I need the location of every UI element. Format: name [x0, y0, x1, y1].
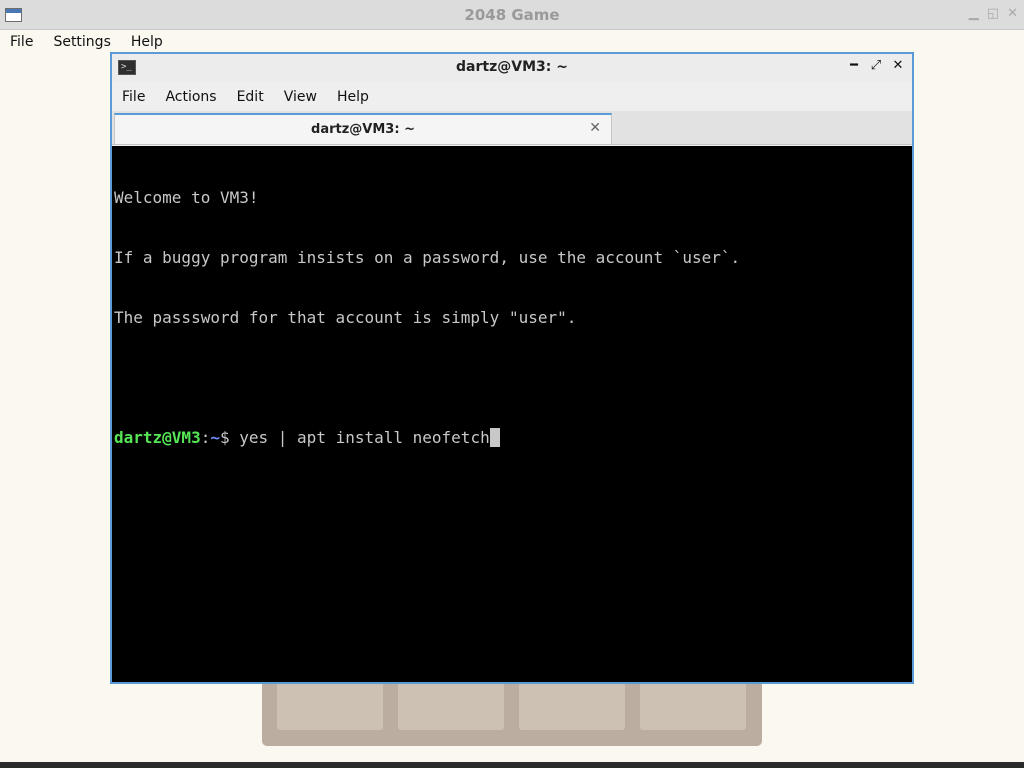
game-window-title: 2048 Game	[464, 6, 560, 24]
close-icon[interactable]: ✕	[589, 120, 601, 136]
terminal-menu-file[interactable]: File	[112, 83, 155, 111]
maximize-icon[interactable]: ⤢	[868, 58, 884, 73]
terminal-menu-view[interactable]: View	[274, 83, 327, 111]
prompt-directory: ~	[210, 428, 220, 447]
prompt-user-host: dartz@VM3	[114, 428, 201, 447]
game-menu-help[interactable]: Help	[121, 31, 173, 53]
board-cell	[519, 680, 625, 730]
terminal-output-line: Welcome to VM3!	[114, 188, 259, 207]
close-icon[interactable]: ✕	[890, 58, 906, 73]
terminal-menu-help[interactable]: Help	[327, 83, 379, 111]
terminal-tab[interactable]: dartz@VM3: ~ ✕	[114, 113, 612, 144]
minimize-icon[interactable]: ▁	[969, 6, 979, 21]
terminal-titlebar[interactable]: >_ dartz@VM3: ~ ━ ⤢ ✕	[112, 54, 912, 82]
board-cell	[640, 680, 746, 730]
game-menu-file[interactable]: File	[0, 31, 43, 53]
terminal-output-line: If a buggy program insists on a password…	[114, 248, 741, 267]
terminal-menubar: File Actions Edit View Help	[112, 83, 912, 111]
game-menu-settings[interactable]: Settings	[43, 31, 120, 53]
terminal-screen[interactable]: Welcome to VM3! If a buggy program insis…	[112, 146, 912, 682]
maximize-icon[interactable]: ◱	[987, 6, 999, 21]
taskbar-strip	[0, 762, 1024, 768]
text-cursor	[489, 428, 500, 447]
terminal-tabbar: dartz@VM3: ~ ✕	[112, 111, 912, 145]
terminal-window[interactable]: >_ dartz@VM3: ~ ━ ⤢ ✕ File Actions Edit …	[110, 52, 914, 684]
board-cell	[277, 680, 383, 730]
terminal-title: dartz@VM3: ~	[456, 59, 568, 75]
prompt-symbol: $	[219, 428, 240, 447]
game-window-titlebar[interactable]: 2048 Game ▁ ◱ ✕	[0, 0, 1024, 30]
prompt-colon: :	[200, 428, 211, 447]
board-cell	[398, 680, 504, 730]
terminal-menu-actions[interactable]: Actions	[155, 83, 226, 111]
terminal-output-line: The passsword for that account is simply…	[114, 308, 577, 327]
terminal-tab-label: dartz@VM3: ~	[311, 122, 415, 137]
game-window-controls: ▁ ◱ ✕	[969, 6, 1018, 21]
prompt-command: yes | apt install neofetch	[239, 428, 490, 447]
terminal-prompt-line: dartz@VM3:~$ yes | apt install neofetch	[114, 428, 910, 448]
minimize-icon[interactable]: ━	[846, 58, 862, 73]
terminal-menu-edit[interactable]: Edit	[227, 83, 274, 111]
game-menubar: File Settings Help	[0, 31, 173, 53]
close-icon[interactable]: ✕	[1007, 6, 1018, 21]
terminal-window-controls: ━ ⤢ ✕	[846, 58, 906, 73]
